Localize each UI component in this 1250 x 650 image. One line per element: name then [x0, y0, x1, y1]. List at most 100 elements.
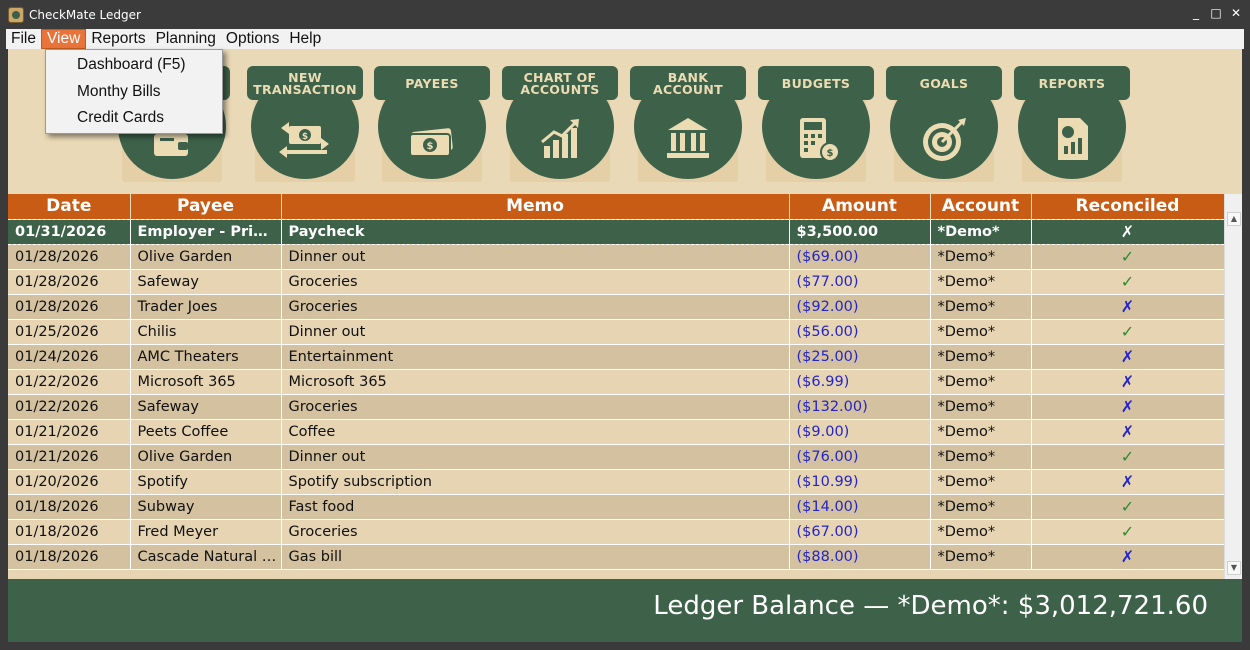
unreconciled-x-icon: ✗	[1120, 372, 1135, 391]
ledger-table: Date Payee Memo Amount Account Reconcile…	[8, 194, 1225, 570]
cell-account: *Demo*	[930, 369, 1032, 395]
cell-memo: Entertainment	[281, 344, 790, 370]
table-row[interactable]: 01/25/2026 Chilis Dinner out ($56.00) *Demo*…	[8, 319, 1225, 345]
toolbar-button-label: CHART OF ACCOUNTS	[520, 70, 600, 97]
cell-date: 01/31/2026	[8, 218, 131, 245]
cell-reconciled: ✓	[1031, 244, 1225, 270]
table-row[interactable]: 01/21/2026 Peets Coffee Coffee ($9.00) *Demo…	[8, 419, 1225, 445]
toolbar-chart-of-accounts-button[interactable]: CHART OF ACCOUNTS	[502, 66, 618, 182]
cell-date: 01/22/2026	[8, 394, 131, 420]
toolbar-button-label: BUDGETS	[781, 76, 851, 91]
cell-account: *Demo*	[930, 294, 1032, 320]
cell-memo: Paycheck	[281, 218, 790, 245]
cell-memo: Dinner out	[281, 444, 790, 470]
cell-amount: ($92.00)	[789, 294, 931, 320]
toolbar-goals-button[interactable]: GOALS	[886, 66, 1002, 182]
scroll-down-arrow-icon[interactable]: ▼	[1227, 561, 1241, 575]
cell-account: *Demo*	[930, 519, 1032, 545]
cell-date: 01/21/2026	[8, 419, 131, 445]
table-row[interactable]: 01/31/2026Employer - Primary JobPaycheck…	[8, 218, 1225, 245]
toolbar-reports-button[interactable]: REPORTS	[1014, 66, 1130, 182]
cell-amount: $3,500.00	[789, 218, 931, 245]
cell-date: 01/18/2026	[8, 494, 131, 520]
cell-date: 01/25/2026	[8, 319, 131, 345]
close-button[interactable]: ✕	[1228, 4, 1244, 22]
table-header-row: Date Payee Memo Amount Account Reconcile…	[8, 194, 1225, 219]
cell-amount: ($69.00)	[789, 244, 931, 270]
toolbar-button-label: BANK ACCOUNT	[653, 70, 723, 97]
cell-amount: ($77.00)	[789, 269, 931, 295]
menu-bar: File View Reports Planning Options Help	[6, 29, 1244, 49]
cell-date: 01/20/2026	[8, 469, 131, 495]
menu-item-credit-cards[interactable]: Credit Cards	[46, 105, 222, 132]
app-window: CheckMate Ledger _ □ ✕ File View Reports…	[0, 0, 1250, 650]
column-header-amount[interactable]: Amount	[789, 194, 931, 219]
menu-help[interactable]: Help	[284, 29, 326, 49]
cell-payee: Peets Coffee	[130, 419, 282, 445]
toolbar-payees-button[interactable]: PAYEES $	[374, 66, 490, 182]
menu-options[interactable]: Options	[221, 29, 284, 49]
cell-payee: Fred Meyer	[130, 519, 282, 545]
reconciled-check-icon: ✓	[1120, 322, 1135, 341]
column-header-date[interactable]: Date	[8, 194, 131, 219]
table-row[interactable]: 01/18/2026 Subway Fast food ($14.00) *Demo* ✓	[8, 494, 1225, 520]
table-row[interactable]: 01/22/2026 Microsoft 365 Microsoft 365 ($6.…	[8, 369, 1225, 395]
report-icon	[1058, 118, 1088, 160]
menu-view[interactable]: View	[40, 29, 87, 49]
menu-file[interactable]: File	[6, 29, 41, 49]
menu-planning[interactable]: Planning	[151, 29, 221, 49]
cell-date: 01/18/2026	[8, 519, 131, 545]
cell-payee: AMC Theaters	[130, 344, 282, 370]
cell-date: 01/28/2026	[8, 244, 131, 270]
toolbar-button-label: PAYEES	[405, 76, 459, 91]
toolbar-bank-account-button[interactable]: BANK ACCOUNT	[630, 66, 746, 182]
table-row[interactable]: 01/22/2026 Safeway Groceries ($132.00) *Demo…	[8, 394, 1225, 420]
toolbar-new-transaction-button[interactable]: NEW TRANSACTION $	[247, 66, 363, 182]
cell-memo: Groceries	[281, 269, 790, 295]
menu-item-monthly-bills[interactable]: Monthy Bills	[46, 79, 222, 106]
vertical-scrollbar[interactable]: ▲ ▼	[1224, 194, 1242, 579]
cell-amount: ($76.00)	[789, 444, 931, 470]
cell-account: *Demo*	[930, 344, 1032, 370]
cell-memo: Dinner out	[281, 319, 790, 345]
toolbar-budgets-button[interactable]: BUDGETS $	[758, 66, 874, 182]
column-header-memo[interactable]: Memo	[281, 194, 790, 219]
cell-payee: Subway	[130, 494, 282, 520]
table-row[interactable]: 01/21/2026 Olive Garden Dinner out ($76.00)…	[8, 444, 1225, 470]
money-transfer-icon: $	[279, 122, 329, 158]
cell-reconciled: ✗	[1031, 344, 1225, 370]
unreconciled-x-icon: ✗	[1120, 347, 1135, 366]
table-row[interactable]: 01/24/2026 AMC Theaters Entertainment ($25.…	[8, 344, 1225, 370]
table-row[interactable]: 01/20/2026 Spotify Spotify subscription ($1…	[8, 469, 1225, 495]
cell-reconciled: ✓	[1031, 519, 1225, 545]
unreconciled-x-icon: ✗	[1120, 472, 1135, 491]
cell-amount: ($88.00)	[789, 544, 931, 570]
column-header-account[interactable]: Account	[930, 194, 1032, 219]
cell-payee: Employer - Primary Job	[130, 218, 282, 245]
scroll-up-arrow-icon[interactable]: ▲	[1227, 212, 1241, 226]
toolbar-button-label: NEW TRANSACTION	[253, 70, 357, 97]
cell-date: 01/18/2026	[8, 544, 131, 570]
table-row[interactable]: 01/18/2026 Cascade Natural Gas Gas bill ($8…	[8, 544, 1225, 570]
cell-amount: ($67.00)	[789, 519, 931, 545]
table-row[interactable]: 01/28/2026 Safeway Groceries ($77.00) *Demo*…	[8, 269, 1225, 295]
cell-payee: Olive Garden	[130, 444, 282, 470]
calculator-icon: $	[800, 118, 840, 162]
cell-memo: Groceries	[281, 519, 790, 545]
column-header-payee[interactable]: Payee	[130, 194, 282, 219]
menu-reports[interactable]: Reports	[86, 29, 150, 49]
table-row[interactable]: 01/28/2026 Trader Joes Groceries ($92.00) *D…	[8, 294, 1225, 320]
cell-amount: ($9.00)	[789, 419, 931, 445]
reconciled-check-icon: ✓	[1120, 247, 1135, 266]
cell-account: *Demo*	[930, 244, 1032, 270]
column-header-reconciled[interactable]: Reconciled	[1031, 194, 1225, 219]
maximize-button[interactable]: □	[1208, 4, 1224, 22]
cell-memo: Microsoft 365	[281, 369, 790, 395]
minimize-button[interactable]: _	[1188, 4, 1204, 22]
reconciled-check-icon: ✓	[1120, 497, 1135, 516]
cell-account: *Demo*	[930, 494, 1032, 520]
table-row[interactable]: 01/28/2026 Olive Garden Dinner out ($69.00)…	[8, 244, 1225, 270]
cell-payee: Cascade Natural Gas	[130, 544, 282, 570]
menu-item-dashboard[interactable]: Dashboard (F5)	[46, 52, 222, 79]
table-row[interactable]: 01/18/2026 Fred Meyer Groceries ($67.00) *De…	[8, 519, 1225, 545]
